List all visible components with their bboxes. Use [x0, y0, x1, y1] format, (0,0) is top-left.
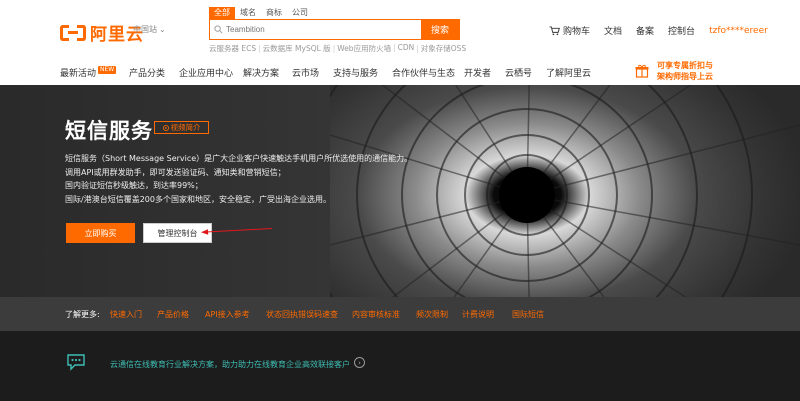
hot-link-mysql[interactable]: 云数据库 MySQL 版: [256, 43, 331, 54]
search-input[interactable]: [226, 20, 421, 39]
link-pricing[interactable]: 产品价格: [157, 309, 189, 320]
product-description: 短信服务（Short Message Service）是广大企业客户快速触达手机…: [65, 152, 412, 206]
nav-label: 最新活动: [60, 69, 97, 79]
link-rate-limit[interactable]: 频次限制: [416, 309, 448, 320]
desc-line: 短信服务（Short Message Service）是广大企业客户快速触达手机…: [65, 154, 413, 163]
promo-banner[interactable]: 可享专属折扣与 架构师指导上云: [635, 60, 713, 82]
user-account[interactable]: tzfo****ereer: [709, 26, 768, 36]
search-box: 搜索: [209, 19, 460, 40]
region-selector[interactable]: 中国站 ⌄: [133, 24, 166, 35]
search-button[interactable]: 搜索: [421, 20, 459, 39]
aliyun-logo-icon: [60, 24, 86, 41]
desc-line: 调用API或用群发助手，即可发送验证码、通知类和营销短信；: [65, 167, 286, 177]
bottom-section: 云通信在线教育行业解决方案，助力助力在线教育企业高效联接客户 ›: [0, 331, 800, 401]
new-badge: NEW: [98, 66, 117, 74]
learn-more-bar: 了解更多: 快速入门 产品价格 API接入参考 状态回执错误码速查 内容审核标准…: [0, 297, 800, 331]
link-error-codes[interactable]: 状态回执错误码速查: [266, 309, 338, 320]
hot-link-waf[interactable]: Web应用防火墙: [331, 43, 391, 54]
video-intro-button[interactable]: 视频简介: [154, 121, 209, 134]
cart-link[interactable]: 购物车: [549, 24, 590, 37]
aliyun-logo[interactable]: 阿里云: [60, 20, 144, 45]
console-link[interactable]: 控制台: [668, 24, 695, 37]
link-api-reference[interactable]: API接入参考: [205, 309, 250, 320]
nav-item-about[interactable]: 了解阿里云: [546, 66, 591, 79]
learn-more-label: 了解更多:: [65, 310, 100, 319]
cart-icon: [549, 25, 560, 35]
nav-item-products[interactable]: 产品分类: [129, 66, 165, 79]
promo-line-2: 架构师指导上云: [657, 72, 713, 81]
video-intro-label: 视频简介: [170, 123, 201, 132]
search-tab-trademark[interactable]: 商标: [261, 7, 287, 19]
nav-item-enterprise[interactable]: 企业应用中心: [179, 66, 233, 79]
chat-bubble-icon: [67, 354, 85, 371]
beian-link[interactable]: 备案: [636, 24, 654, 37]
hot-link-cdn[interactable]: CDN: [391, 43, 415, 54]
nav-item-solutions[interactable]: 解决方案: [243, 66, 279, 79]
nav-item-partners[interactable]: 合作伙伴与生态: [392, 66, 455, 79]
link-quick-start[interactable]: 快速入门: [110, 309, 142, 320]
header-right-links: 购物车 文档 备案 控制台 tzfo****ereer: [549, 24, 768, 37]
hero-banner: 短信服务 视频简介 短信服务（Short Message Service）是广大…: [0, 85, 800, 297]
red-arrow-annotation: [201, 228, 273, 235]
education-solution-link[interactable]: 云通信在线教育行业解决方案，助力助力在线教育企业高效联接客户: [110, 359, 350, 370]
link-billing[interactable]: 计费说明: [462, 309, 494, 320]
gift-icon: [635, 64, 649, 78]
cart-label: 购物车: [563, 27, 591, 37]
nav-item-yunqi[interactable]: 云栖号: [505, 66, 532, 79]
search-tab-domain[interactable]: 域名: [235, 7, 261, 19]
nav-item-developers[interactable]: 开发者: [464, 66, 491, 79]
region-label: 中国站: [133, 25, 157, 34]
link-international-sms[interactable]: 国际短信: [512, 309, 544, 320]
desc-line: 国际/港澳台短信覆盖200多个国家和地区，安全稳定，广受出海企业选用。: [65, 194, 331, 204]
search-icon: [210, 20, 226, 39]
play-icon: [162, 124, 169, 131]
search-tab-company[interactable]: 公司: [287, 7, 313, 19]
nav-item-market[interactable]: 云市场: [292, 66, 319, 79]
hot-search-links: 云服务器 ECS 云数据库 MySQL 版 Web应用防火墙 CDN 对象存储O…: [209, 43, 466, 54]
desc-line: 国内验证短信秒级触达，到达率99%；: [65, 181, 203, 190]
search-tabs: 全部 域名 商标 公司: [209, 7, 313, 19]
hot-link-ecs[interactable]: 云服务器 ECS: [209, 43, 256, 54]
page-title: 短信服务: [65, 119, 153, 143]
nav-item-latest[interactable]: 最新活动 NEW: [60, 66, 117, 79]
search-tab-all[interactable]: 全部: [209, 7, 235, 19]
hot-link-oss[interactable]: 对象存储OSS: [414, 43, 466, 54]
nav-item-support[interactable]: 支持与服务: [333, 66, 378, 79]
buy-now-button[interactable]: 立即购买: [66, 223, 135, 243]
link-content-review[interactable]: 内容审核标准: [352, 309, 400, 320]
promo-text: 可享专属折扣与 架构师指导上云: [657, 60, 713, 82]
chevron-down-icon: ⌄: [159, 25, 166, 34]
docs-link[interactable]: 文档: [604, 24, 622, 37]
top-header: 阿里云 中国站 ⌄ 全部 域名 商标 公司 搜索 云服务器 ECS 云数据库 M…: [0, 0, 800, 58]
arrow-right-icon[interactable]: ›: [354, 357, 365, 368]
promo-line-1: 可享专属折扣与: [657, 61, 713, 70]
